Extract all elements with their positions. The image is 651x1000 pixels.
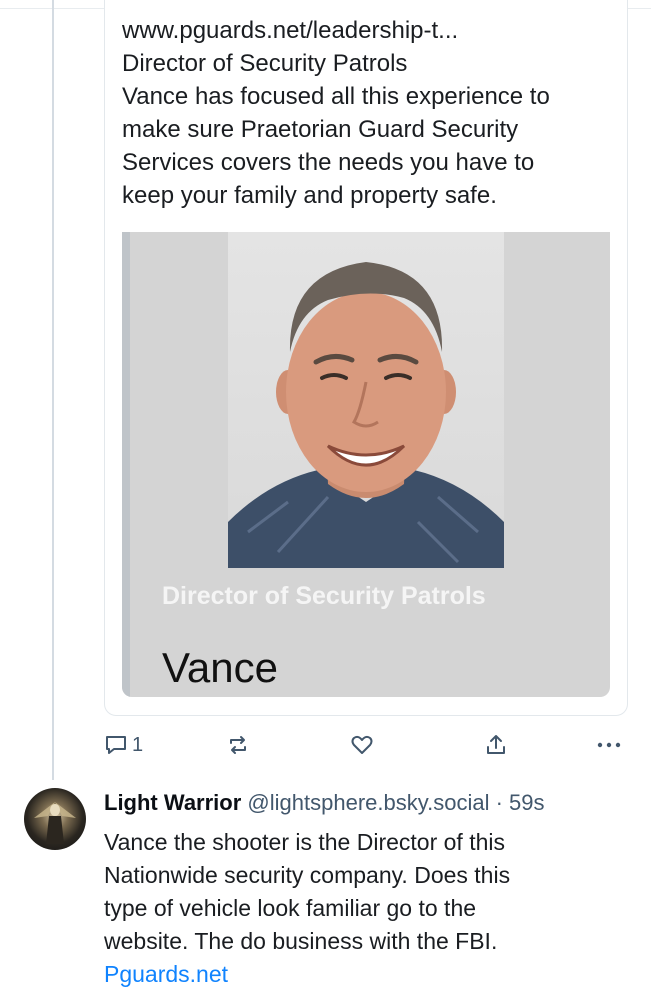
reply-post-body: Vance the shooter is the Director of thi… <box>104 826 644 991</box>
author-name[interactable]: Light Warrior <box>104 790 241 815</box>
post-actions: 1 <box>104 730 624 760</box>
body-line: Vance the shooter is the Director of thi… <box>104 829 505 855</box>
reply-icon <box>104 733 128 757</box>
share-icon <box>484 733 508 757</box>
author-handle[interactable]: @lightsphere.bsky.social <box>247 790 489 815</box>
quoted-line: keep your family and property safe. <box>122 182 497 209</box>
separator: · <box>495 790 503 815</box>
body-line: type of vehicle look familiar go to the <box>104 895 477 921</box>
embed-caption: Director of Security Patrols <box>162 582 486 610</box>
share-button[interactable] <box>484 730 508 760</box>
thread-line <box>52 0 54 780</box>
portrait-photo <box>228 232 504 568</box>
embed-name: Vance <box>162 644 278 691</box>
embed-image[interactable]: Director of Security Patrols Vance <box>122 232 610 697</box>
avatar[interactable] <box>24 788 86 850</box>
heart-icon <box>350 733 374 757</box>
reply-post-header: Light Warrior @lightsphere.bsky.social ·… <box>104 788 545 818</box>
quoted-post-text: www.pguards.net/leadership-t... Director… <box>122 14 622 212</box>
body-line: Nationwide security company. Does this <box>104 862 511 888</box>
more-icon <box>596 733 622 757</box>
post-time[interactable]: 59s <box>509 790 544 815</box>
quoted-line: Services covers the needs you have to <box>122 149 535 176</box>
quoted-line-url[interactable]: www.pguards.net/leadership-t... <box>122 14 622 47</box>
repost-icon <box>226 733 250 757</box>
embed-stripe <box>122 232 130 697</box>
body-line: website. The do business with the FBI. <box>104 928 498 954</box>
quoted-line: make sure Praetorian Guard Security <box>122 116 519 143</box>
repost-button[interactable] <box>226 730 250 760</box>
like-button[interactable] <box>350 730 374 760</box>
more-button[interactable] <box>596 730 622 760</box>
quoted-line: Vance has focused all this experience to <box>122 83 550 110</box>
reply-button[interactable]: 1 <box>104 730 143 760</box>
post-link[interactable]: Pguards.net <box>104 958 644 991</box>
quoted-line: Director of Security Patrols <box>122 50 408 77</box>
reply-count: 1 <box>132 733 144 756</box>
